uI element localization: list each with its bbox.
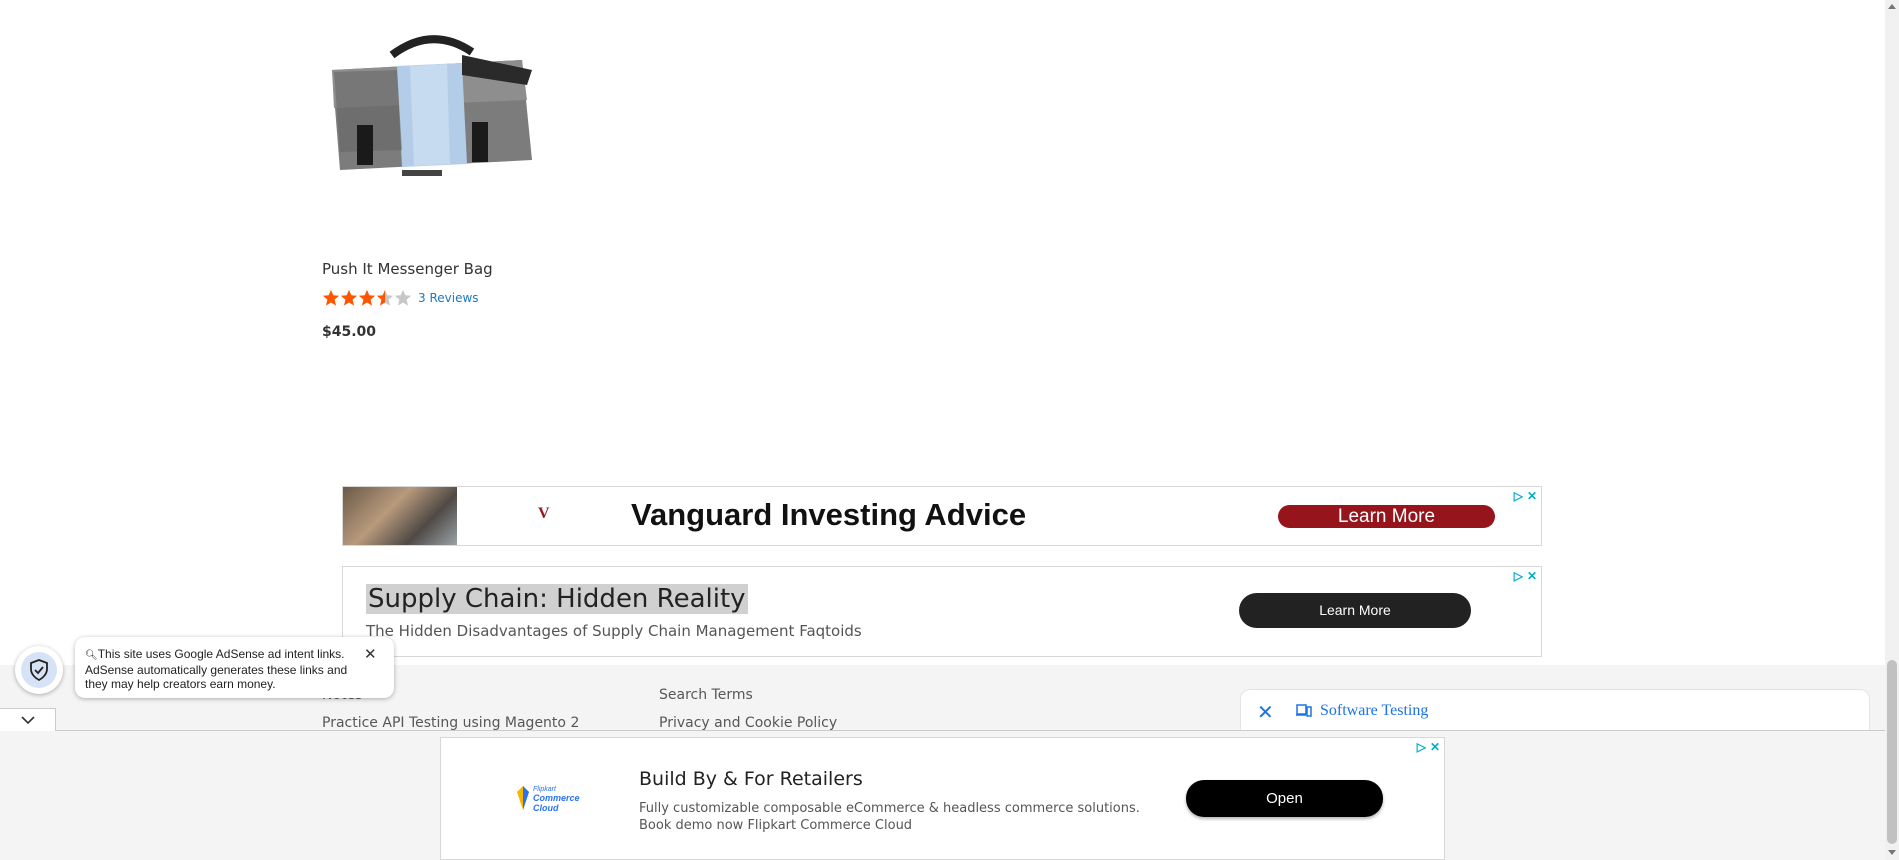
product-image[interactable]: [322, 30, 542, 200]
adsense-notice-text: 🔍︎This site uses Google AdSense ad inten…: [85, 647, 348, 691]
star-filled-icon: [358, 289, 376, 306]
ad-headline[interactable]: Supply Chain: Hidden Reality: [366, 584, 748, 614]
chevron-down-icon: [21, 716, 35, 725]
svg-text:Commerce: Commerce: [533, 793, 580, 803]
footer-link-api-testing[interactable]: Practice API Testing using Magento 2: [322, 715, 579, 731]
star-empty-icon: [394, 289, 412, 306]
ad-description: Fully customizable composable eCommerce …: [639, 801, 1140, 833]
adchoices-icon[interactable]: ▷: [1514, 489, 1523, 503]
product-rating: 3 Reviews: [322, 289, 479, 307]
product-name-link[interactable]: Push It Messenger Bag: [322, 260, 493, 278]
open-button[interactable]: Open: [1186, 780, 1383, 817]
scroll-down-icon[interactable]: [1888, 850, 1896, 855]
close-ad-icon[interactable]: ✕: [1527, 489, 1537, 503]
page-scrollbar[interactable]: [1885, 0, 1899, 860]
adchoices[interactable]: ▷ ✕: [1417, 740, 1440, 754]
ad-banner-supply-chain[interactable]: Supply Chain: Hidden Reality The Hidden …: [342, 566, 1542, 657]
close-icon[interactable]: ✕: [364, 645, 377, 663]
learn-more-button[interactable]: Learn More: [1239, 593, 1471, 628]
reviews-link[interactable]: 3 Reviews: [418, 291, 479, 305]
close-icon[interactable]: ✕: [1257, 700, 1274, 725]
ad-description: The Hidden Disadvantages of Supply Chain…: [366, 622, 862, 640]
ad-headline[interactable]: Vanguard Investing Advice: [631, 497, 1026, 533]
adchoices[interactable]: ▷ ✕: [1514, 569, 1537, 583]
search-suggestion-label[interactable]: Software Testing: [1320, 702, 1428, 720]
ad-headline[interactable]: Build By & For Retailers: [639, 768, 863, 790]
adchoices-icon[interactable]: ▷: [1514, 569, 1523, 583]
ad-photo: [343, 487, 457, 545]
search-results-icon: [1296, 704, 1312, 717]
ad-banner-vanguard[interactable]: V Vanguard Investing Advice Learn More ▷…: [342, 486, 1542, 546]
star-half-icon: [376, 289, 394, 306]
learn-more-button[interactable]: Learn More: [1278, 505, 1495, 528]
flipkart-commerce-cloud-logo: Flipkart Commerce Cloud: [513, 778, 583, 818]
anchor-ad-container: Flipkart Commerce Cloud Build By & For R…: [0, 731, 1885, 860]
adchoices[interactable]: ▷ ✕: [1514, 489, 1537, 503]
scroll-up-icon[interactable]: [1888, 4, 1896, 9]
svg-text:Flipkart: Flipkart: [533, 786, 557, 793]
vanguard-logo: V: [538, 505, 550, 522]
close-ad-icon[interactable]: ✕: [1527, 569, 1537, 583]
product-price: $45.00: [322, 324, 377, 340]
close-ad-icon[interactable]: ✕: [1430, 740, 1440, 754]
search-suggestion-panel[interactable]: ✕ Software Testing: [1240, 689, 1870, 732]
adchoices-icon[interactable]: ▷: [1417, 740, 1426, 754]
adsense-notice: 🔍︎This site uses Google AdSense ad inten…: [75, 637, 394, 698]
svg-text:Cloud: Cloud: [533, 803, 559, 813]
search-icon: 🔍︎: [85, 650, 98, 661]
footer-link-privacy[interactable]: Privacy and Cookie Policy: [659, 715, 837, 731]
star-filled-icon: [340, 289, 358, 306]
shield-check-icon: [30, 659, 48, 681]
footer-link-search-terms[interactable]: Search Terms: [659, 687, 753, 703]
star-filled-icon: [322, 289, 340, 306]
collapse-anchor-button[interactable]: [0, 708, 56, 731]
adsense-shield-button[interactable]: [15, 646, 63, 694]
ad-banner-flipkart[interactable]: Flipkart Commerce Cloud Build By & For R…: [440, 737, 1445, 860]
scroll-thumb[interactable]: [1887, 660, 1897, 844]
